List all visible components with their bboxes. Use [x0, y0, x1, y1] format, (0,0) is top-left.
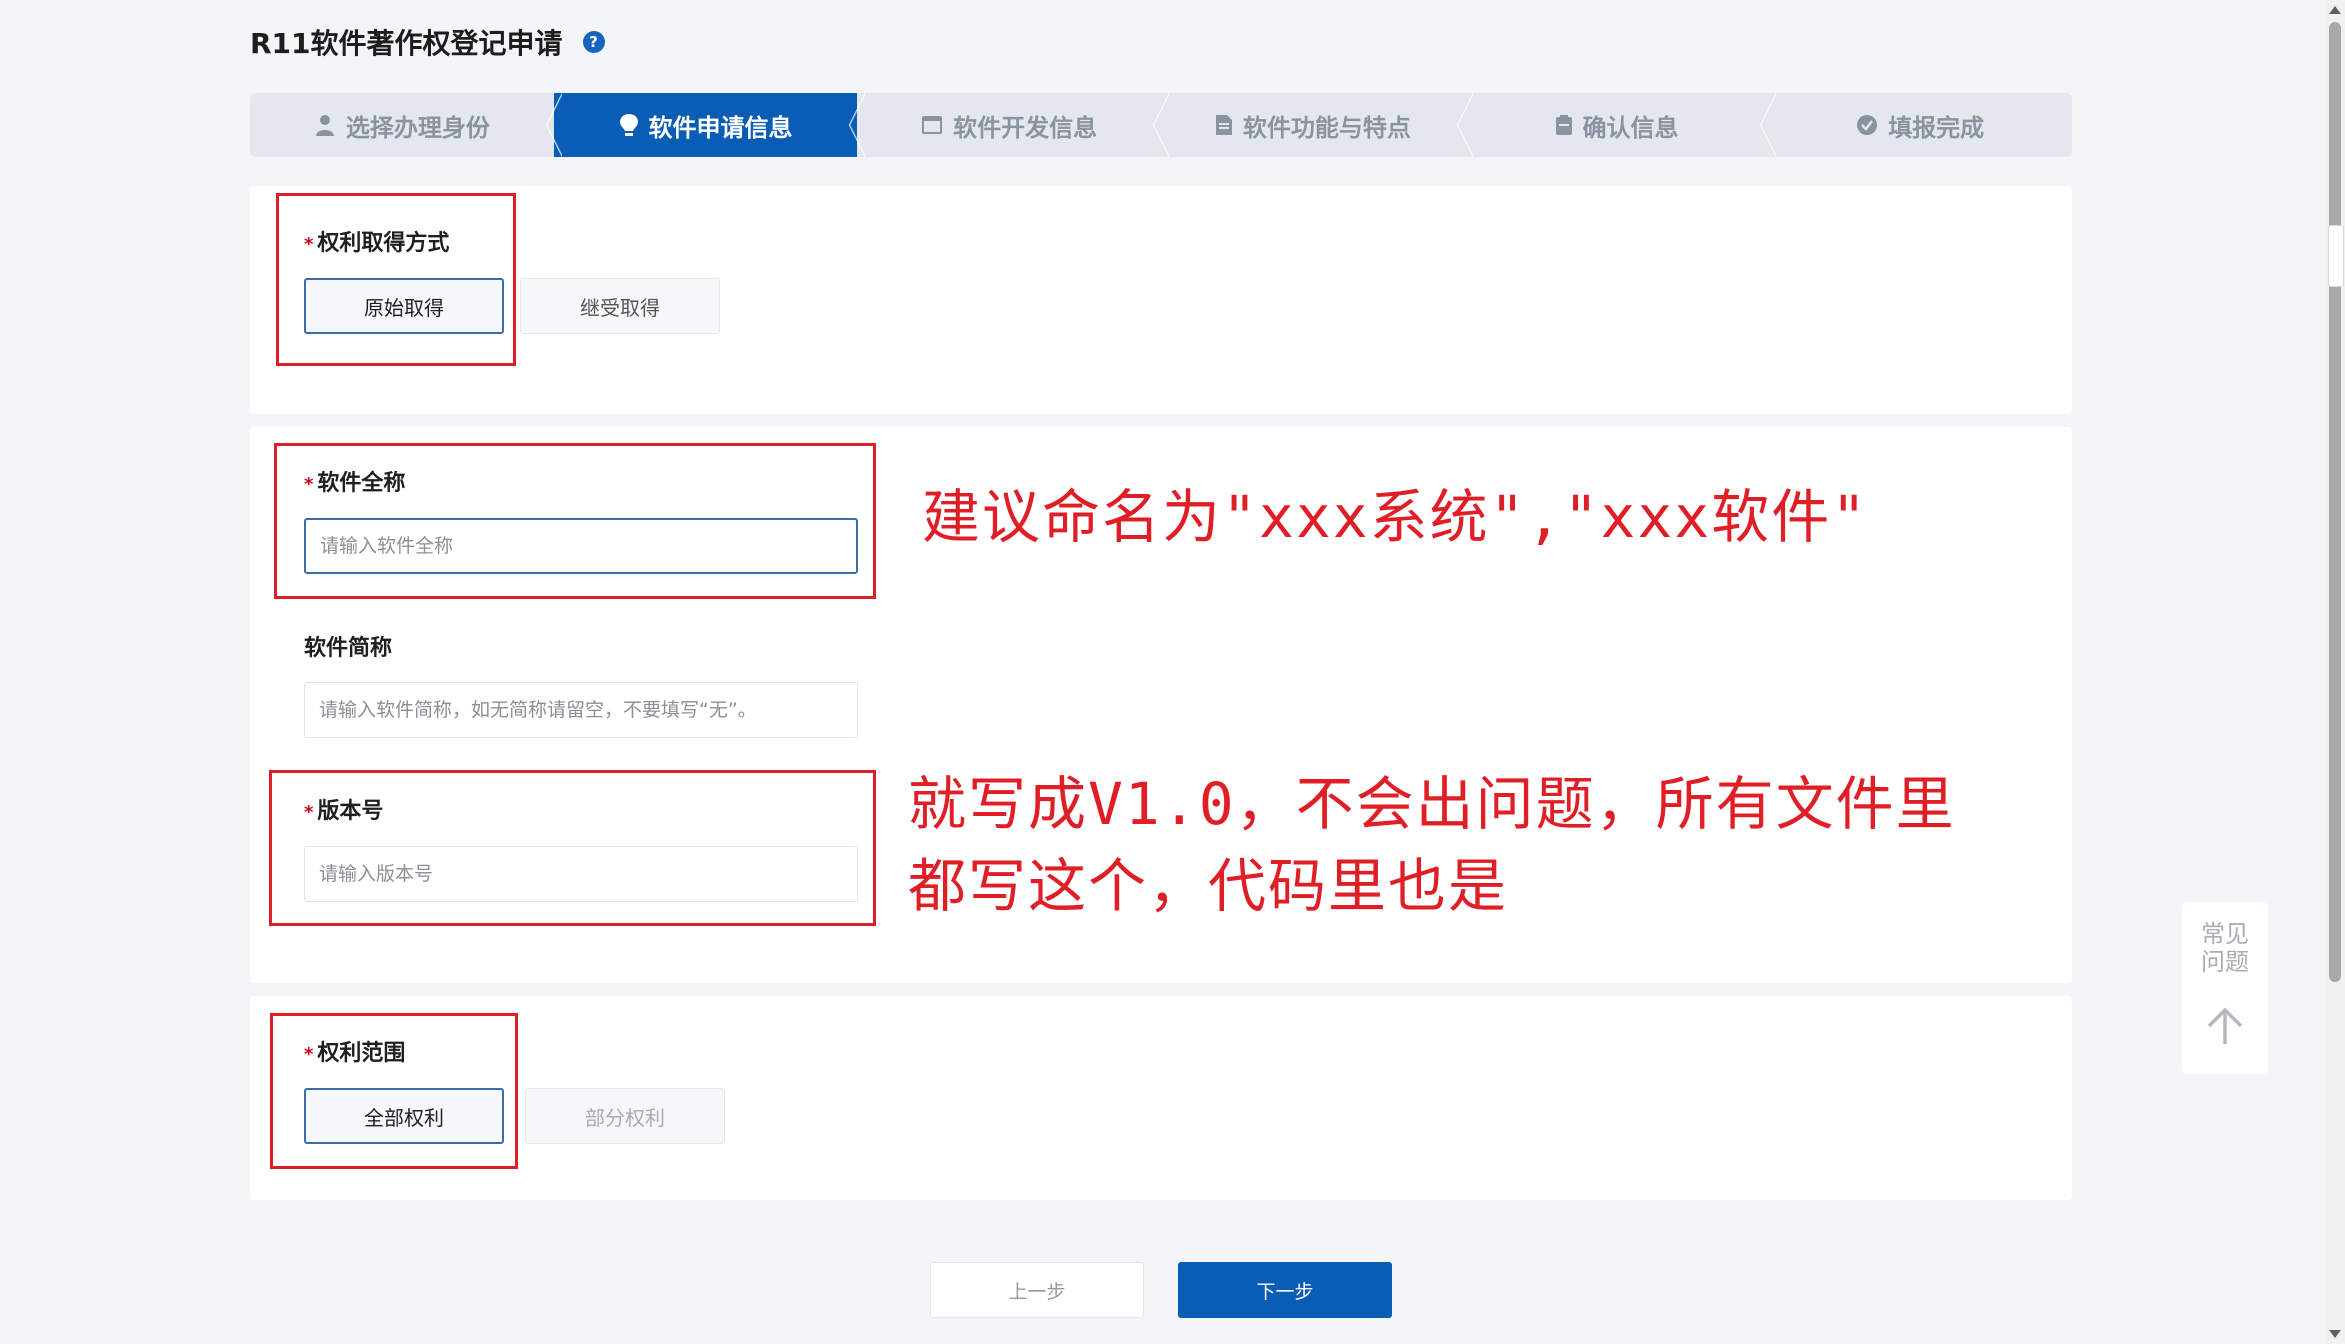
scroll-thumb[interactable] [2329, 22, 2341, 982]
rights-scope-card [250, 996, 2072, 1200]
step-select-identity[interactable]: 选择办理身份 [250, 93, 562, 157]
software-short-name-label: 软件简称 [304, 636, 393, 661]
option-partial-rights[interactable]: 部分权利 [525, 1088, 725, 1144]
prev-step-button[interactable]: 上一步 [930, 1262, 1144, 1318]
next-step-button[interactable]: 下一步 [1178, 1262, 1392, 1318]
page-title-text: R11软件著作权登记申请 [250, 27, 563, 60]
annotation-naming: 建议命名为"xxx系统","xxx软件" [922, 483, 1869, 551]
annotation-highlight-box [276, 193, 516, 366]
vertical-scrollbar[interactable] [2325, 0, 2345, 1344]
question-circle-icon[interactable]: ? [582, 31, 605, 53]
software-short-name-input[interactable] [304, 682, 858, 738]
scroll-up-icon[interactable] [2329, 6, 2341, 14]
annotation-highlight-box [270, 1013, 518, 1169]
annotation-version-line1: 就写成V1.0，不会出问题，所有文件里 [908, 770, 1956, 838]
lightbulb-icon [619, 114, 638, 136]
scroll-down-icon[interactable] [2329, 1330, 2341, 1338]
step-software-development-info[interactable]: 软件开发信息 [857, 93, 1169, 157]
code-window-icon [922, 116, 943, 134]
annotation-version-line2: 都写这个，代码里也是 [908, 852, 1509, 920]
step-label: 确认信息 [1582, 113, 1679, 142]
step-label: 软件申请信息 [648, 113, 793, 142]
annotation-version: 就写成V1.0，不会出问题，所有文件里 都写这个，代码里也是 [908, 763, 1956, 927]
arrow-up-icon[interactable] [2203, 1004, 2247, 1048]
step-software-features[interactable]: 软件功能与特点 [1161, 93, 1473, 157]
step-software-application-info[interactable]: 软件申请信息 [553, 93, 866, 157]
faq-label: 常见问题 [2201, 920, 2249, 976]
check-circle-icon [1857, 115, 1878, 135]
step-confirm-info[interactable]: 确认信息 [1465, 93, 1777, 157]
clipboard-icon [1555, 115, 1572, 135]
step-progress-bar: 选择办理身份 软件申请信息 软件开发信息 软件功能与特点 确认信息 填报完成 [250, 93, 2072, 157]
document-icon [1215, 115, 1232, 135]
side-tab-handle[interactable] [2328, 225, 2344, 287]
step-label: 软件功能与特点 [1242, 113, 1411, 142]
user-icon [315, 115, 334, 136]
step-label: 软件开发信息 [953, 113, 1098, 142]
step-label: 填报完成 [1888, 113, 1985, 142]
annotation-highlight-box [274, 443, 876, 599]
annotation-highlight-box [269, 770, 876, 926]
step-complete[interactable]: 填报完成 [1768, 93, 2072, 157]
option-inherited-acquisition[interactable]: 继受取得 [520, 278, 720, 334]
page-title: R11软件著作权登记申请 ? [250, 22, 605, 62]
faq-panel[interactable]: 常见问题 [2182, 902, 2268, 1074]
step-label: 选择办理身份 [345, 113, 490, 142]
